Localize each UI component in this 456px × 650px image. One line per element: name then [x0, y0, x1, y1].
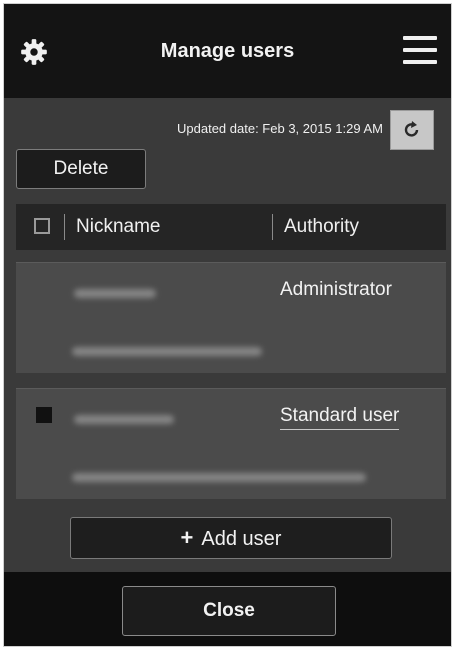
user-row-administrator[interactable]: Administrator [16, 262, 446, 373]
close-button[interactable]: Close [122, 586, 336, 636]
refresh-icon [404, 121, 419, 137]
table-header: Nickname Authority [16, 204, 446, 250]
user-select-checkbox[interactable] [36, 407, 52, 423]
column-header-nickname: Nickname [76, 216, 161, 237]
updated-date-text: Updated date: Feb 3, 2015 1:29 AM [177, 121, 383, 136]
column-divider [64, 214, 65, 240]
hamburger-menu-icon[interactable] [403, 36, 437, 66]
redacted-nickname [74, 415, 174, 424]
add-user-label: Add user [201, 528, 282, 550]
refresh-button[interactable] [390, 110, 434, 150]
select-all-checkbox[interactable] [34, 218, 50, 234]
page-title: Manage users [160, 40, 295, 62]
authority-link-standard-user[interactable]: Standard user [280, 405, 400, 430]
delete-button[interactable]: Delete [16, 149, 146, 189]
column-divider [272, 214, 273, 240]
footer-bar: Close [4, 572, 451, 646]
redacted-email [72, 473, 366, 482]
plus-icon: + [180, 525, 194, 550]
redacted-email [72, 347, 262, 356]
authority-label: Administrator [280, 279, 392, 300]
column-header-authority: Authority [284, 216, 359, 237]
user-row-standard[interactable]: Standard user [16, 388, 446, 499]
title-bar: Manage users [4, 4, 451, 98]
add-user-button[interactable]: + Add user [70, 517, 392, 559]
redacted-nickname [74, 289, 156, 298]
manage-users-screen: Manage users Updated date: Feb 3, 2015 1… [3, 3, 452, 647]
